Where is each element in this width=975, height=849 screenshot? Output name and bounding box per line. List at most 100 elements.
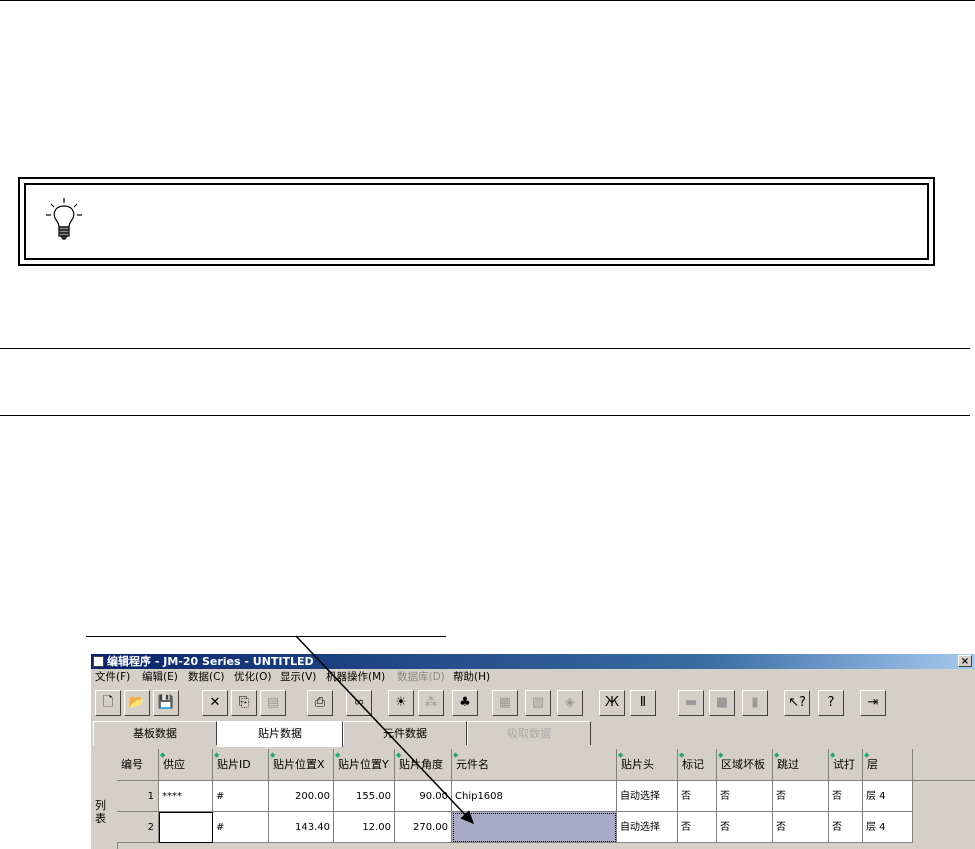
col-header-label: 元件名: [456, 758, 489, 771]
grid-cell[interactable]: ****: [159, 781, 213, 812]
menu-view[interactable]: 显示(V): [280, 669, 316, 686]
grid-cell[interactable]: 否: [717, 812, 773, 843]
col-header-component[interactable]: ◆ 元件名: [452, 749, 617, 781]
tree-icon[interactable]: ⁂: [418, 690, 444, 716]
col-header-trial[interactable]: ◆ 试打: [829, 749, 863, 781]
menu-database[interactable]: 数据库(D): [397, 669, 445, 686]
col-header-label: 区域坏板: [721, 758, 765, 771]
print-icon[interactable]: ⎙: [307, 690, 333, 716]
section-rule-bottom: [0, 415, 970, 416]
sort-icon: ◆: [679, 751, 685, 759]
grid-cell[interactable]: #: [213, 812, 269, 843]
ruler-i-icon[interactable]: Ⅱ: [630, 690, 656, 716]
exit-icon[interactable]: ⇥: [860, 690, 886, 716]
grid-cell[interactable]: [159, 812, 213, 843]
tab-board-data[interactable]: 基板数据: [93, 721, 217, 745]
tab-placement-data[interactable]: 贴片数据: [217, 721, 343, 747]
menu-edit[interactable]: 编辑(E): [142, 669, 178, 686]
sort-icon: ◆: [396, 751, 402, 759]
app-window: 编辑程序 - JM-20 Series - UNTITLED × 文件(F) 编…: [91, 654, 975, 849]
sort-icon: ◆: [160, 751, 166, 759]
grid-cell[interactable]: 200.00: [269, 781, 334, 812]
grid-cell[interactable]: 自动选择: [617, 781, 678, 812]
col-header-placement-id[interactable]: ◆ 贴片ID: [213, 749, 269, 781]
box-icon[interactable]: ◈: [557, 690, 583, 716]
col-header-number[interactable]: 编号: [117, 749, 159, 781]
col-header-label: 贴片ID: [217, 758, 251, 771]
col-header-label: 贴片角度: [399, 758, 443, 771]
col-header-feeder[interactable]: ◆ 供应: [159, 749, 213, 781]
ruler-h-icon[interactable]: Ж: [599, 690, 625, 716]
col-header-mark[interactable]: ◆ 标记: [678, 749, 717, 781]
grid-cell[interactable]: 90.00: [395, 781, 452, 812]
grid-icon[interactable]: ▧: [525, 690, 551, 716]
callout-underline: [86, 636, 446, 637]
window-title: 编辑程序 - JM-20 Series - UNTITLED: [107, 655, 314, 668]
col-header-label: 贴片位置Y: [338, 758, 389, 771]
col-header-angle[interactable]: ◆ 贴片角度: [395, 749, 452, 781]
grid-cell[interactable]: 否: [678, 812, 717, 843]
selected-component-cell[interactable]: [452, 812, 617, 843]
title-bar: 编辑程序 - JM-20 Series - UNTITLED ×: [91, 654, 975, 669]
grid-cell[interactable]: 否: [829, 781, 863, 812]
stop-icon[interactable]: ■: [709, 690, 735, 716]
grid-cell[interactable]: Chip1608: [452, 781, 617, 812]
col-header-x[interactable]: ◆ 贴片位置X: [269, 749, 334, 781]
grid-cell[interactable]: 否: [678, 781, 717, 812]
close-button[interactable]: ×: [958, 655, 972, 667]
grid-cell[interactable]: 否: [717, 781, 773, 812]
col-header-y[interactable]: ◆ 贴片位置Y: [334, 749, 395, 781]
paste-icon[interactable]: ▤: [260, 690, 286, 716]
find-icon[interactable]: ∞: [346, 690, 372, 716]
tab-component-data[interactable]: 元件数据: [343, 721, 467, 745]
row-number[interactable]: 2: [117, 812, 159, 843]
col-header-label: 标记: [682, 758, 704, 771]
menu-data[interactable]: 数据(C): [188, 669, 225, 686]
col-header-label: 供应: [163, 758, 185, 771]
col-header-filler: [913, 749, 975, 781]
row-number[interactable]: 1: [117, 781, 159, 812]
copy-icon[interactable]: ⎘: [231, 690, 257, 716]
grid-cell[interactable]: 层 4: [863, 781, 913, 812]
menu-file[interactable]: 文件(F): [95, 669, 130, 686]
tip-box-inner: [24, 183, 929, 260]
cut-icon[interactable]: ✕: [202, 690, 228, 716]
tricolor-icon[interactable]: ♣: [452, 690, 478, 716]
tab-pickup-data[interactable]: 吸取数据: [467, 721, 591, 745]
grid-filler: [913, 781, 975, 812]
grid-cell[interactable]: 否: [773, 781, 829, 812]
grid-filler: [913, 812, 975, 843]
col-header-bad-board[interactable]: ◆ 区域坏板: [717, 749, 773, 781]
col-header-head[interactable]: ◆ 贴片头: [617, 749, 678, 781]
col-header-layer[interactable]: ◆ 层: [863, 749, 913, 781]
grid-cell[interactable]: 层 4: [863, 812, 913, 843]
grid-cell[interactable]: 否: [773, 812, 829, 843]
col-header-label: 贴片头: [621, 758, 654, 771]
grid-cell[interactable]: 否: [829, 812, 863, 843]
grid-cell[interactable]: 155.00: [334, 781, 395, 812]
sort-icon: ◆: [270, 751, 276, 759]
context-help-icon[interactable]: ↖?: [784, 690, 810, 716]
sort-icon: ◆: [214, 751, 220, 759]
grid-cell[interactable]: 143.40: [269, 812, 334, 843]
new-file-icon[interactable]: 🗋: [95, 690, 121, 716]
menu-optimize[interactable]: 优化(O): [234, 669, 271, 686]
menu-help[interactable]: 帮助(H): [453, 669, 490, 686]
col-header-skip[interactable]: ◆ 跳过: [773, 749, 829, 781]
grid-cell[interactable]: 270.00: [395, 812, 452, 843]
grid-cell[interactable]: 12.00: [334, 812, 395, 843]
stack-icon[interactable]: ▮: [742, 690, 768, 716]
import-icon[interactable]: ▦: [492, 690, 518, 716]
grid-cell[interactable]: #: [213, 781, 269, 812]
grid-cell[interactable]: 自动选择: [617, 812, 678, 843]
bulb-icon[interactable]: ☀: [388, 690, 414, 716]
board-icon[interactable]: ▬: [678, 690, 704, 716]
grid-side-strip: 列表: [91, 749, 118, 849]
menu-machine[interactable]: 机器操作(M): [326, 669, 385, 686]
col-header-label: 试打: [833, 758, 855, 771]
help-icon[interactable]: ?: [818, 690, 844, 716]
save-icon[interactable]: 💾: [153, 690, 179, 716]
sort-icon: ◆: [618, 751, 624, 759]
open-folder-icon[interactable]: 📂: [124, 690, 150, 716]
lightbulb-icon: [46, 198, 82, 240]
